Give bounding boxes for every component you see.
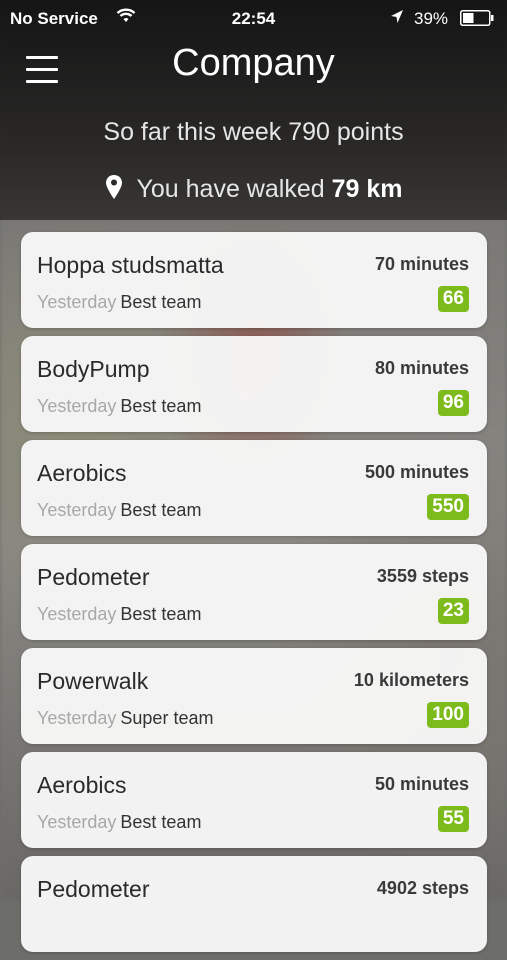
walked-value: 79 km xyxy=(331,175,403,203)
activity-card[interactable]: Powerwalk Yesterday Super team 10 kilomet… xyxy=(21,648,487,744)
activity-name: Pedometer xyxy=(37,564,150,590)
activity-card[interactable]: Aerobics Yesterday Best team 50 minutes 5… xyxy=(21,752,487,848)
activity-card[interactable]: Pedometer 4902 steps xyxy=(21,856,487,952)
points-badge: 55 xyxy=(437,806,469,832)
activity-name: Hoppa studsmatta xyxy=(37,252,224,278)
activity-name: Powerwalk xyxy=(37,668,149,694)
header: No Service 22:54 39% Company So far this… xyxy=(0,0,507,220)
activity-quantity: 3559 steps xyxy=(376,566,469,586)
status-bar: No Service 22:54 39% xyxy=(0,0,507,38)
activity-quantity: 500 minutes xyxy=(364,462,469,482)
activity-team: Best team xyxy=(120,500,202,520)
weekly-points-summary: So far this week 790 points xyxy=(103,118,404,146)
activity-card[interactable]: Aerobics Yesterday Best team 500 minutes … xyxy=(21,440,487,536)
activity-date: Yesterday Best team xyxy=(37,812,202,832)
location-arrow-icon xyxy=(391,10,403,23)
activity-quantity: 80 minutes xyxy=(374,358,469,378)
page-title: Company xyxy=(172,42,335,84)
points-badge: 66 xyxy=(437,286,469,312)
activity-name: BodyPump xyxy=(37,356,150,382)
walked-label: You have walked xyxy=(136,175,325,203)
activity-date: Yesterday Super team xyxy=(37,708,214,728)
activity-team: Best team xyxy=(120,604,202,624)
battery-percent: 39% xyxy=(414,9,449,28)
activity-date: Yesterday Best team xyxy=(37,500,202,520)
battery-icon xyxy=(460,10,494,26)
activity-quantity: 10 kilometers xyxy=(353,670,469,690)
activity-quantity: 50 minutes xyxy=(374,774,469,794)
points-badge: 96 xyxy=(437,390,469,416)
points-badge: 550 xyxy=(427,494,469,520)
activity-date: Yesterday Best team xyxy=(37,396,202,416)
activity-list: Hoppa studsmatta Yesterday Best team 70 m… xyxy=(21,232,487,960)
activity-name: Pedometer xyxy=(37,876,150,902)
activity-team: Best team xyxy=(120,812,202,832)
activity-quantity: 4902 steps xyxy=(376,878,469,898)
activity-card[interactable]: Pedometer Yesterday Best team 3559 steps … xyxy=(21,544,487,640)
points-badge: 23 xyxy=(437,598,469,624)
map-pin-icon xyxy=(105,175,122,199)
activity-quantity: 70 minutes xyxy=(374,254,469,274)
activity-team: Best team xyxy=(120,292,202,312)
activity-card[interactable]: BodyPump Yesterday Best team 80 minutes 9… xyxy=(21,336,487,432)
activity-name: Aerobics xyxy=(37,772,127,798)
activity-date: Yesterday Best team xyxy=(37,292,202,312)
activity-date: Yesterday Best team xyxy=(37,604,202,624)
activity-team: Best team xyxy=(120,396,202,416)
activity-name: Aerobics xyxy=(37,460,127,486)
points-badge: 100 xyxy=(427,702,469,728)
activity-team: Super team xyxy=(120,708,214,728)
walked-summary: You have walked 79 km xyxy=(0,174,507,204)
activity-card[interactable]: Hoppa studsmatta Yesterday Best team 70 m… xyxy=(21,232,487,328)
